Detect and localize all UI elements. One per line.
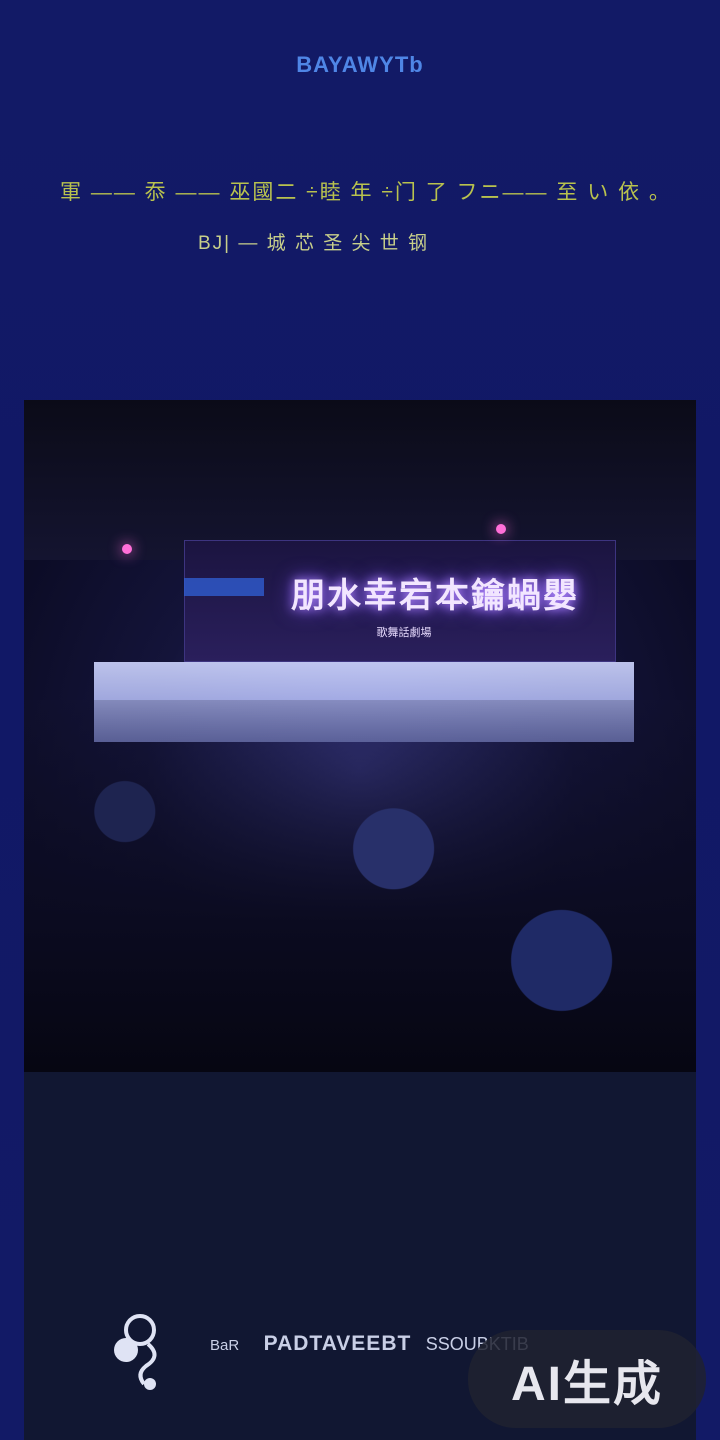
stage-light	[122, 544, 132, 554]
subline-text: BJ| — 城 芯 圣 尖 世 钢	[198, 233, 430, 254]
concert-photo: 朋水幸宕本鑰蝸嬰 歌舞話劇場	[24, 400, 696, 1072]
audience-crowd	[24, 700, 696, 1072]
brand-logo-icon	[104, 1304, 176, 1392]
brand-title: BAYAWYTb	[296, 52, 424, 77]
headline-text: 軍 —— 忝 —— 巫國二 ÷睦 年 ÷门 了 フニ—— 至 い 依 。	[60, 181, 672, 204]
ai-generated-label: AI生成	[510, 1358, 663, 1411]
photo-ceiling	[24, 400, 696, 560]
footer-small-label: BaR	[210, 1337, 240, 1354]
footer-main-label: PADTAVEEBT	[263, 1332, 412, 1355]
side-sign	[184, 578, 264, 596]
stage-light	[496, 524, 506, 534]
ai-generated-badge: AI生成	[468, 1330, 706, 1428]
stage-small-sign: 歌舞話劇場	[376, 627, 432, 639]
stage-screen-text: 朋水幸宕本鑰蝸嬰	[291, 577, 579, 615]
